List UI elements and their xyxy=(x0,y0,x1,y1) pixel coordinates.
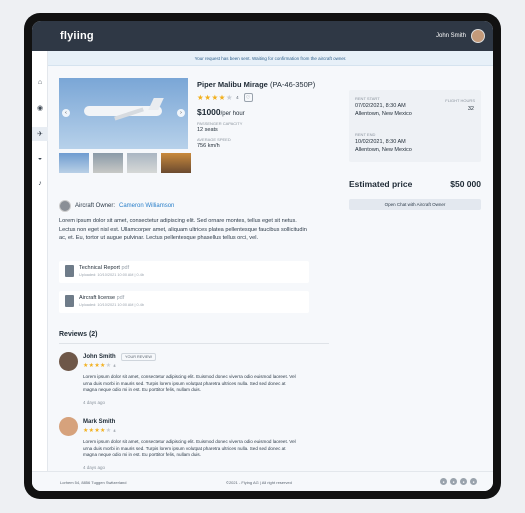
twitter-icon[interactable]: ● xyxy=(450,478,457,485)
price-value: $1000 xyxy=(197,107,221,117)
owner-label: Aircraft Owner: xyxy=(75,203,116,209)
speed-value: 756 km/h xyxy=(197,143,220,149)
reviews-heading: Reviews (2) xyxy=(59,331,98,338)
hourly-price: $1000/per hour xyxy=(197,107,327,117)
facebook-icon[interactable]: ● xyxy=(460,478,467,485)
document-name: Aircraft license pdf xyxy=(79,295,124,301)
thumbnail[interactable] xyxy=(59,153,89,173)
rent-start-label: RENT START xyxy=(355,96,380,101)
flight-hours-value: 32 xyxy=(467,106,474,112)
home-icon[interactable]: ⌂ xyxy=(35,77,45,87)
review-stars: ★★★★★ 4 xyxy=(83,363,116,369)
review-item: John Smith YOUR REVIEW ★★★★★ 4 Lorem ipsu… xyxy=(59,352,319,410)
aircraft-title: Piper Malibu Mirage (PA-46-350P) xyxy=(197,80,327,89)
owner-link[interactable]: Cameron Williamson xyxy=(119,203,174,209)
aircraft-info: Piper Malibu Mirage (PA-46-350P) ★★★★★ 4… xyxy=(197,80,327,149)
thumbnail[interactable] xyxy=(127,153,157,173)
review-time: 4 days ago xyxy=(83,400,106,405)
linkedin-icon[interactable]: ● xyxy=(470,478,477,485)
favorite-icon[interactable]: ♡ xyxy=(243,93,253,102)
prev-photo-button[interactable]: ‹ xyxy=(62,109,70,117)
thumbnail[interactable] xyxy=(93,153,123,173)
request-notice: Your request has been sent. Waiting for … xyxy=(48,51,493,66)
sidebar: ⌂ ◉ ✈ ◒ ♪ xyxy=(32,51,48,471)
tablet-frame: flyiing John Smith ⌂ ◉ ✈ ◒ ♪ Your reques… xyxy=(24,13,501,499)
aircraft-owner: Aircraft Owner: Cameron Williamson xyxy=(59,200,174,212)
open-chat-button[interactable]: Open Chat with Aircraft Owner xyxy=(349,199,481,210)
reviewer-name: Mark Smith xyxy=(83,419,116,425)
document-ext: pdf xyxy=(121,265,130,271)
app-logo[interactable]: flyiing xyxy=(60,30,94,42)
capacity-label: PASSENGER CAPACITY xyxy=(197,121,243,126)
rent-start-date: 07/02/2021, 8:30 AM xyxy=(355,103,406,109)
owner-avatar xyxy=(59,200,71,212)
rent-end-label: RENT END xyxy=(355,132,376,137)
file-icon xyxy=(65,295,74,307)
star-rating: ★★★★★ xyxy=(197,93,234,102)
document-ext: pdf xyxy=(116,295,125,301)
rent-details-card: RENT START 07/02/2021, 8:30 AM Allentown… xyxy=(349,90,481,162)
estimated-price-label: Estimated price xyxy=(349,179,413,189)
document-title: Aircraft license xyxy=(79,295,116,301)
next-photo-button[interactable]: › xyxy=(177,109,185,117)
plane-icon[interactable]: ✈ xyxy=(32,127,48,141)
your-review-badge: YOUR REVIEW xyxy=(121,353,157,361)
rent-start-place: Allentown, New Mexico xyxy=(355,111,412,117)
chat-icon[interactable]: ◒ xyxy=(35,153,45,163)
bell-icon[interactable]: ♪ xyxy=(35,178,45,188)
user-avatar[interactable] xyxy=(471,29,485,43)
document-meta: Uploaded: 10/10/2021 10:00 AM | 0.4b xyxy=(79,303,144,307)
footer-copyright: ©2021 - Flying AG | All right reserved xyxy=(226,480,292,485)
aircraft-main-photo: ‹ › xyxy=(59,78,188,149)
document-card[interactable]: Aircraft license pdf Uploaded: 10/10/202… xyxy=(59,291,309,313)
divider xyxy=(59,343,329,344)
app-screen: flyiing John Smith ⌂ ◉ ✈ ◒ ♪ Your reques… xyxy=(32,21,493,491)
review-text: Lorem ipsum dolor sit amet, consectetur … xyxy=(83,439,296,458)
rent-end-place: Allentown, New Mexico xyxy=(355,147,412,153)
review-item: Mark Smith ★★★★★ 4 Lorem ipsum dolor sit … xyxy=(59,417,319,475)
aircraft-rating: ★★★★★ 4 ♡ xyxy=(197,93,327,102)
reviewer-avatar xyxy=(59,417,78,436)
main-content: ‹ › Piper Malibu Mirage (PA-46-350P) ★★★… xyxy=(48,66,493,471)
footer: Lorhem 54, 8856 Tuggen Switzerland ©2021… xyxy=(32,471,493,491)
review-stars: ★★★★★ 4 xyxy=(83,428,116,434)
estimated-price: Estimated price $50 000 xyxy=(349,179,481,189)
review-time: 4 days ago xyxy=(83,465,106,470)
aircraft-reg: (PA-46-350P) xyxy=(269,80,316,89)
review-rating-value: 4 xyxy=(113,428,116,433)
document-card[interactable]: Technical Report pdf Uploaded: 10/10/202… xyxy=(59,261,309,283)
rating-value: 4 xyxy=(236,95,239,100)
review-rating-value: 4 xyxy=(113,363,116,368)
top-bar: flyiing John Smith xyxy=(32,21,493,51)
flight-hours-label: FLIGHT HOURS xyxy=(445,98,475,103)
aircraft-name: Piper Malibu Mirage xyxy=(197,80,268,89)
instagram-icon[interactable]: ● xyxy=(440,478,447,485)
capacity-value: 12 seats xyxy=(197,127,218,133)
reviewer-name: John Smith xyxy=(83,354,116,360)
rent-end-date: 10/02/2021, 8:30 AM xyxy=(355,139,406,145)
document-meta: Uploaded: 10/10/2021 10:00 AM | 0.4b xyxy=(79,273,144,277)
footer-address: Lorhem 54, 8856 Tuggen Switzerland xyxy=(60,480,127,485)
estimated-price-value: $50 000 xyxy=(450,179,481,189)
thumbnail[interactable] xyxy=(161,153,191,173)
aircraft-description: Lorem ipsum dolor sit amet, consectetur … xyxy=(59,218,307,242)
document-title: Technical Report xyxy=(79,265,120,271)
price-unit: /per hour xyxy=(220,111,245,117)
photo-thumbnails xyxy=(59,153,191,173)
search-icon[interactable]: ◉ xyxy=(35,103,45,113)
user-menu[interactable]: John Smith xyxy=(436,29,485,43)
reviewer-avatar xyxy=(59,352,78,371)
social-links: ● ● ● ● xyxy=(440,478,477,485)
document-name: Technical Report pdf xyxy=(79,265,129,271)
review-text: Lorem ipsum dolor sit amet, consectetur … xyxy=(83,374,296,393)
file-icon xyxy=(65,265,74,277)
user-name: John Smith xyxy=(435,33,466,39)
speed-label: AVERAGE SPEED xyxy=(197,137,231,142)
